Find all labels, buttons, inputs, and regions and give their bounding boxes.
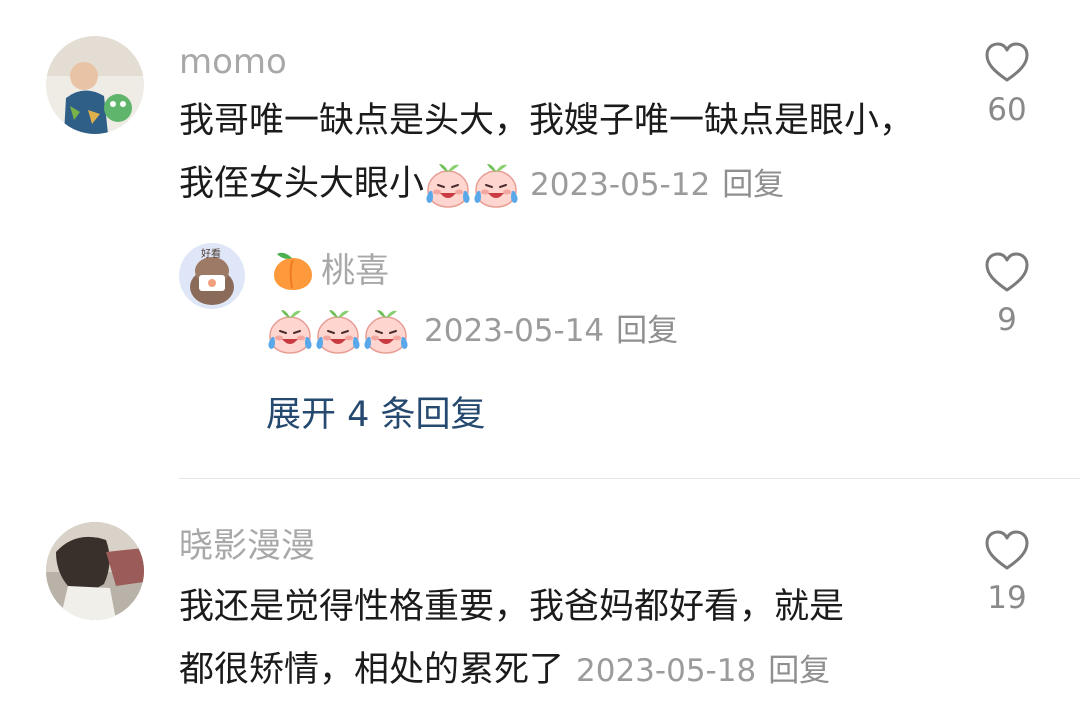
heart-icon[interactable]: [984, 40, 1030, 84]
divider: [179, 478, 1080, 479]
reply-username[interactable]: 桃喜: [321, 251, 389, 291]
crying-laughing-peach-emoji: [266, 307, 314, 355]
like-count: 19: [987, 580, 1027, 616]
comment-username[interactable]: 晓影漫漫: [179, 526, 315, 566]
svg-text:好看: 好看: [201, 247, 221, 260]
peach-icon: [270, 246, 316, 296]
reply-button[interactable]: 回复: [616, 313, 678, 349]
like-button[interactable]: 19: [962, 528, 1052, 616]
reply-avatar[interactable]: 好看: [179, 243, 245, 309]
avatar[interactable]: [46, 522, 144, 620]
comment-username[interactable]: momo: [179, 42, 287, 82]
reply-button[interactable]: 回复: [768, 653, 830, 689]
comment-text: 我还是觉得性格重要，我爸妈都好看，就是 都很矫情，相处的累死了 2023-05-1…: [179, 576, 959, 703]
heart-icon[interactable]: [984, 528, 1030, 572]
comment-date: 2023-05-18: [576, 653, 757, 689]
like-count: 9: [997, 302, 1017, 338]
like-count: 60: [987, 92, 1027, 128]
avatar[interactable]: [46, 36, 144, 134]
comment-text-line: 都很矫情，相处的累死了: [179, 650, 565, 690]
reply-content: 2023-05-14 回复: [266, 302, 678, 359]
crying-laughing-peach-emoji: [362, 307, 410, 355]
comment-date: 2023-05-12: [530, 167, 711, 203]
reply-button[interactable]: 回复: [722, 167, 784, 203]
crying-laughing-peach-emoji: [314, 307, 362, 355]
reply-date: 2023-05-14: [424, 312, 605, 349]
like-button[interactable]: 60: [962, 40, 1052, 128]
crying-laughing-peach-emoji: [472, 161, 520, 209]
comment-text: 我哥唯一缺点是头大，我嫂子唯一缺点是眼小，我侄女头大眼小 2023-05-12 回复: [179, 90, 939, 217]
crying-laughing-peach-emoji: [424, 161, 472, 209]
reply-like-button[interactable]: 9: [962, 250, 1052, 338]
reply-username-row[interactable]: 桃喜: [270, 246, 389, 296]
expand-replies-link[interactable]: 展开 4 条回复: [266, 386, 486, 437]
comment-text-line: 我还是觉得性格重要，我爸妈都好看，就是: [179, 587, 845, 627]
heart-icon[interactable]: [984, 250, 1030, 294]
